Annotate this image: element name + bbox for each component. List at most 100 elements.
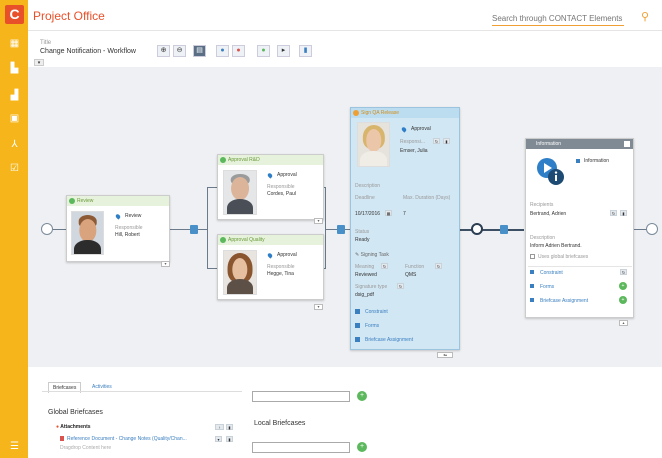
global-briefcase-input[interactable] — [252, 391, 350, 402]
signature-type-value: dsig_pdf — [355, 292, 374, 298]
app-logo[interactable]: C — [5, 5, 24, 24]
briefcase-icon — [355, 337, 360, 342]
left-sidebar: C ▦ ▙ ▟ ▣ ⅄ ☑ ☰ — [0, 0, 28, 458]
deadline-value: 10/17/2016 — [355, 211, 381, 217]
responsible-label: Responsible — [115, 225, 143, 231]
stop-icon[interactable]: ● — [232, 45, 245, 57]
description-label: Description — [530, 235, 556, 241]
expand-button[interactable]: ▾ — [314, 304, 323, 310]
reassign-icon[interactable]: ↻ — [610, 210, 617, 216]
edit-icon[interactable]: ↻ — [397, 283, 404, 289]
constraint-icon — [530, 270, 534, 274]
briefcase-assignment-link[interactable]: Briefcase Assignment — [365, 337, 413, 343]
card-title: Approval Quality — [228, 237, 265, 243]
edit-icon[interactable]: ↻ — [435, 263, 442, 269]
recipients-label: Recipients — [530, 202, 554, 208]
move-up-icon[interactable]: ↑ — [215, 424, 224, 430]
play-icon[interactable]: ● — [257, 45, 270, 57]
task-card-information[interactable]: Information Information Recipients Bertr… — [525, 138, 634, 318]
zoom-out-icon[interactable]: ⊖ — [173, 45, 186, 57]
add-briefcase-button[interactable]: + — [619, 296, 627, 304]
add-local-briefcase-button[interactable]: + — [357, 442, 367, 452]
constraint-link[interactable]: Constraint — [540, 270, 563, 276]
add-form-button[interactable]: + — [619, 282, 627, 290]
status-value: Ready — [355, 237, 370, 243]
global-briefcases-checkbox[interactable] — [530, 254, 535, 259]
edit-icon[interactable]: ↻ — [381, 263, 388, 269]
checklist-icon[interactable]: ☑ — [9, 163, 20, 174]
workflow-canvas: Review Review Responsible Hill, Robert ▾… — [28, 67, 662, 367]
forms-icon — [530, 284, 534, 288]
pdf-icon — [60, 436, 64, 441]
search-input[interactable] — [492, 12, 624, 26]
reassign-icon[interactable]: ↻ — [433, 138, 440, 144]
people-icon[interactable]: ⅄ — [9, 139, 20, 150]
merge-node[interactable] — [471, 223, 483, 235]
reference-document-link[interactable]: Reference Document - Change Notes (Quali… — [67, 436, 187, 442]
responsible-label: Responsible — [267, 264, 295, 270]
role-icon — [576, 159, 580, 163]
delete-icon[interactable]: ▮ — [620, 210, 627, 216]
connector-icon[interactable] — [500, 225, 508, 234]
menu-icon[interactable]: ☰ — [9, 441, 20, 452]
deadline-label: Deadline — [355, 195, 375, 201]
role-label: Approval — [277, 252, 297, 258]
expand-button[interactable]: ▾ — [161, 261, 170, 267]
responsible-value: Hill, Robert — [115, 232, 140, 238]
search-icon[interactable]: ⚲ — [638, 10, 652, 24]
title-label: Title — [40, 40, 52, 46]
function-value: QMS — [405, 272, 417, 278]
local-briefcases-title: Local Briefcases — [254, 420, 306, 427]
resize-handle[interactable]: ◂▴ — [437, 352, 453, 358]
constraint-link[interactable]: Constraint — [365, 309, 388, 315]
forms-link[interactable]: Forms — [540, 284, 554, 290]
delete-icon[interactable]: ▮ — [443, 138, 450, 144]
start-node[interactable] — [41, 223, 53, 235]
info-icon[interactable]: ● — [216, 45, 229, 57]
calendar-icon[interactable]: ▦ — [385, 210, 392, 216]
zoom-in-icon[interactable]: ⊕ — [157, 45, 170, 57]
task-card-sign-qa[interactable]: Sign QA Release Approval Responsi... ↻ ▮… — [350, 107, 460, 350]
task-card-review[interactable]: Review Review Responsible Hill, Robert ▾ — [66, 195, 170, 267]
document-icon[interactable]: ▙ — [9, 63, 20, 74]
card-header: Approval R&D — [218, 155, 323, 165]
briefcase-assignment-link[interactable]: Briefcase Assignment — [540, 298, 588, 304]
responsible-value: Ernser, Julia — [400, 148, 428, 154]
maximize-icon[interactable] — [624, 141, 630, 147]
connector-icon[interactable] — [190, 225, 198, 234]
end-node[interactable] — [646, 223, 658, 235]
expand-button[interactable]: ▾ — [314, 218, 323, 224]
avatar — [223, 170, 257, 215]
collapse-toggle[interactable]: ▾ — [34, 59, 44, 66]
view-icon[interactable]: ▤ — [193, 45, 206, 57]
description-label: Description — [355, 183, 381, 189]
dashboard-icon[interactable]: ▦ — [9, 38, 20, 49]
lock-icon[interactable]: ▮ — [299, 45, 312, 57]
global-briefcases-title: Global Briefcases — [48, 409, 103, 416]
local-briefcase-input[interactable] — [252, 442, 350, 453]
information-icon — [534, 155, 566, 187]
forms-link[interactable]: Forms — [365, 323, 379, 329]
check-icon — [69, 198, 75, 204]
chart-icon[interactable]: ▟ — [9, 90, 20, 101]
collapse-button[interactable]: ▴ — [619, 320, 628, 326]
role-icon — [266, 172, 274, 179]
task-card-approval-quality[interactable]: Approval Quality Approval Responsible He… — [217, 234, 324, 310]
dropdown-icon[interactable]: ▾ — [215, 436, 222, 442]
attachments-label[interactable]: ● Attachments — [56, 424, 91, 430]
calendar-icon[interactable]: ▣ — [9, 113, 20, 124]
checkbox-label: Uses global briefcases — [538, 254, 589, 260]
check-icon — [220, 237, 226, 243]
task-card-approval-rnd[interactable]: Approval R&D Approval Responsible Cordes… — [217, 154, 324, 224]
progress-icon — [353, 110, 359, 116]
delete-icon[interactable]: ▮ — [226, 424, 233, 430]
title-value: Change Notification - Workflow — [40, 48, 136, 55]
role-label: Approval — [277, 172, 297, 178]
connector-icon[interactable] — [337, 225, 345, 234]
card-title: Approval R&D — [228, 157, 260, 163]
add-global-briefcase-button[interactable]: + — [357, 391, 367, 401]
step-icon[interactable]: ▸ — [277, 45, 290, 57]
attachments-text: Attachments — [60, 424, 91, 430]
delete-icon[interactable]: ▮ — [226, 436, 233, 442]
edit-icon[interactable]: ↻ — [620, 269, 627, 275]
